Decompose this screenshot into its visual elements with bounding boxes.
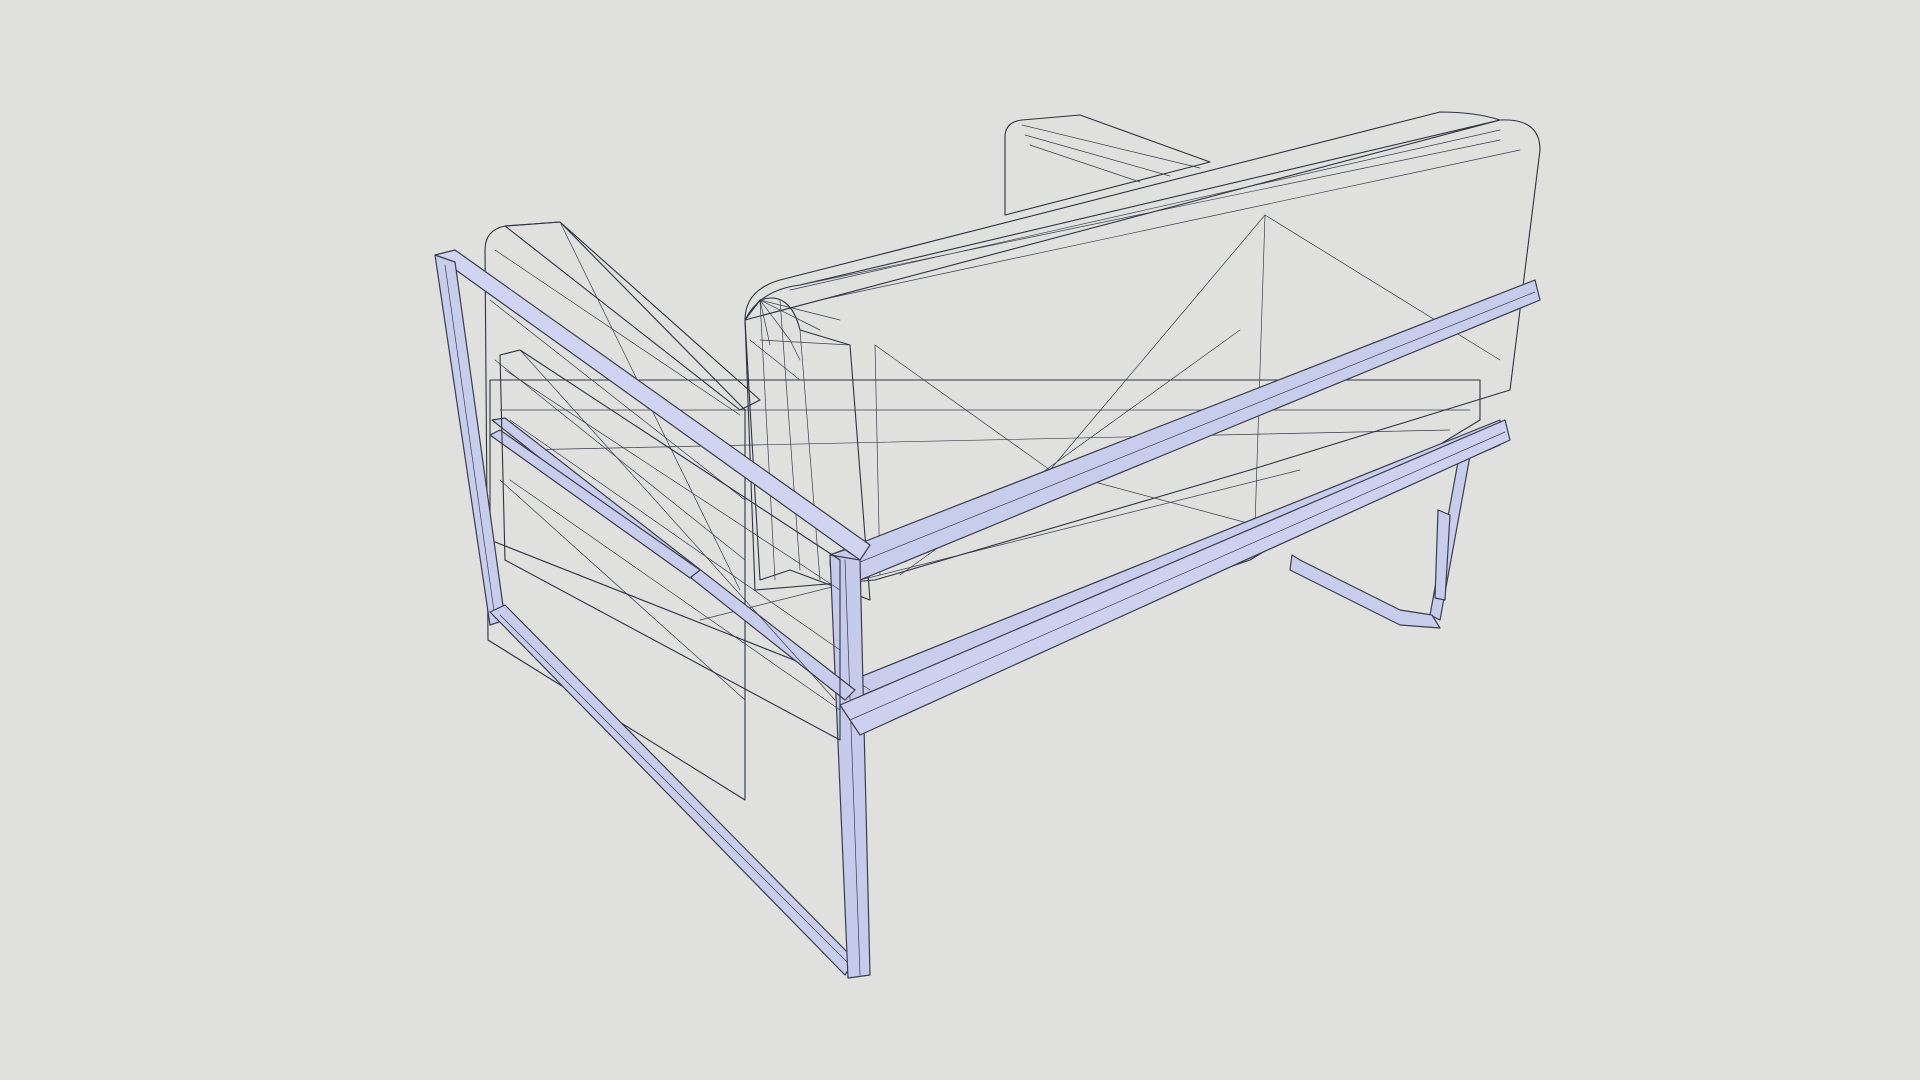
armchair-model	[434, 111, 1541, 979]
3d-viewport[interactable]	[0, 0, 1920, 1080]
far-armrest	[1004, 114, 1211, 216]
bottom-front-rail	[839, 419, 1511, 736]
back-frame-rails	[829, 279, 1541, 721]
back-cushion	[744, 111, 1541, 591]
